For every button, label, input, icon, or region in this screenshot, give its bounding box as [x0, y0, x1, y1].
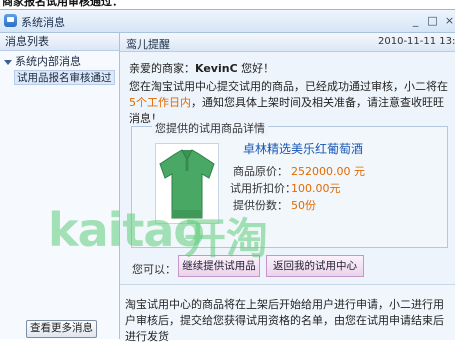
footer-notice: 淘宝试用中心的商品将在上架后开始给用户进行申请，小二进行用户审核后，提交给您获得… [120, 284, 455, 343]
view-more-messages-button[interactable]: 查看更多消息 [26, 320, 97, 338]
watermark-cn: 开淘 [184, 214, 269, 263]
message-app-icon [4, 14, 17, 27]
title-bar: 系统消息 _ □ × [0, 10, 455, 33]
message-sender: 鸾儿提醒 [126, 38, 170, 51]
message-content-pane: 鸾儿提醒 2010-11-11 13:35 亲爱的商家：KevinC 您好！ 您… [120, 33, 455, 343]
message-list-item[interactable]: 试用品报名审核通过 [14, 70, 115, 85]
greeting-prefix: 亲爱的商家： [129, 62, 195, 75]
discount-value: 100.00元 [291, 182, 341, 195]
product-name-link[interactable]: 卓林精选美乐红葡萄酒 [243, 140, 363, 157]
product-panel-legend: 您提供的试用商品详情 [152, 120, 268, 136]
maximize-icon[interactable]: □ [425, 13, 440, 28]
price-label: 商品原价： [233, 165, 288, 178]
discount-row: 试用折扣价：100.00元 [230, 180, 341, 196]
merchant-name: KevinC [195, 62, 238, 75]
minimize-icon[interactable]: _ [408, 13, 423, 28]
greeting-suffix: 您好！ [237, 62, 275, 75]
window-title: 系统消息 [21, 16, 65, 29]
greeting: 亲爱的商家：KevinC 您好！ [129, 60, 274, 76]
top-header-text: 商家报名试用审核通过： [2, 0, 123, 8]
close-icon[interactable]: × [442, 13, 455, 28]
system-message-window: 系统消息 _ □ × 消息列表 系统内部消息 试用品报名审核通过 查看更多消息 … [0, 9, 455, 343]
message-body-part1: 您在淘宝试用中心提交试用的商品，已经成功通过审核，小二将在 [129, 80, 448, 93]
message-datetime: 2010-11-11 13:35 [378, 36, 455, 47]
discount-label: 试用折扣价： [230, 182, 296, 195]
message-list-pane: 消息列表 系统内部消息 试用品报名审核通过 查看更多消息 [0, 33, 120, 339]
message-header: 鸾儿提醒 2010-11-11 13:35 [120, 33, 455, 52]
top-header-strip: 商家报名试用审核通过： [0, 0, 455, 9]
expand-arrow-icon[interactable] [4, 59, 12, 65]
price-row: 商品原价： 252000.00 元 [230, 163, 365, 179]
kaitao-watermark-cn: 开淘 [184, 205, 268, 266]
watermark-latin: kaitao [48, 203, 205, 257]
message-list-header: 消息列表 [0, 33, 119, 51]
actions-label: 您可以： [132, 263, 176, 276]
tree-group-system[interactable]: 系统内部消息 [4, 55, 81, 69]
kaitao-watermark: kaitao [48, 203, 205, 257]
tree-group-label: 系统内部消息 [15, 55, 81, 68]
return-trial-center-button[interactable]: 返回我的试用中心 [266, 255, 364, 277]
price-value: 252000.00 元 [291, 165, 365, 178]
quantity-value: 50份 [291, 199, 316, 212]
message-body-highlight: 5个工作日内 [129, 96, 191, 109]
